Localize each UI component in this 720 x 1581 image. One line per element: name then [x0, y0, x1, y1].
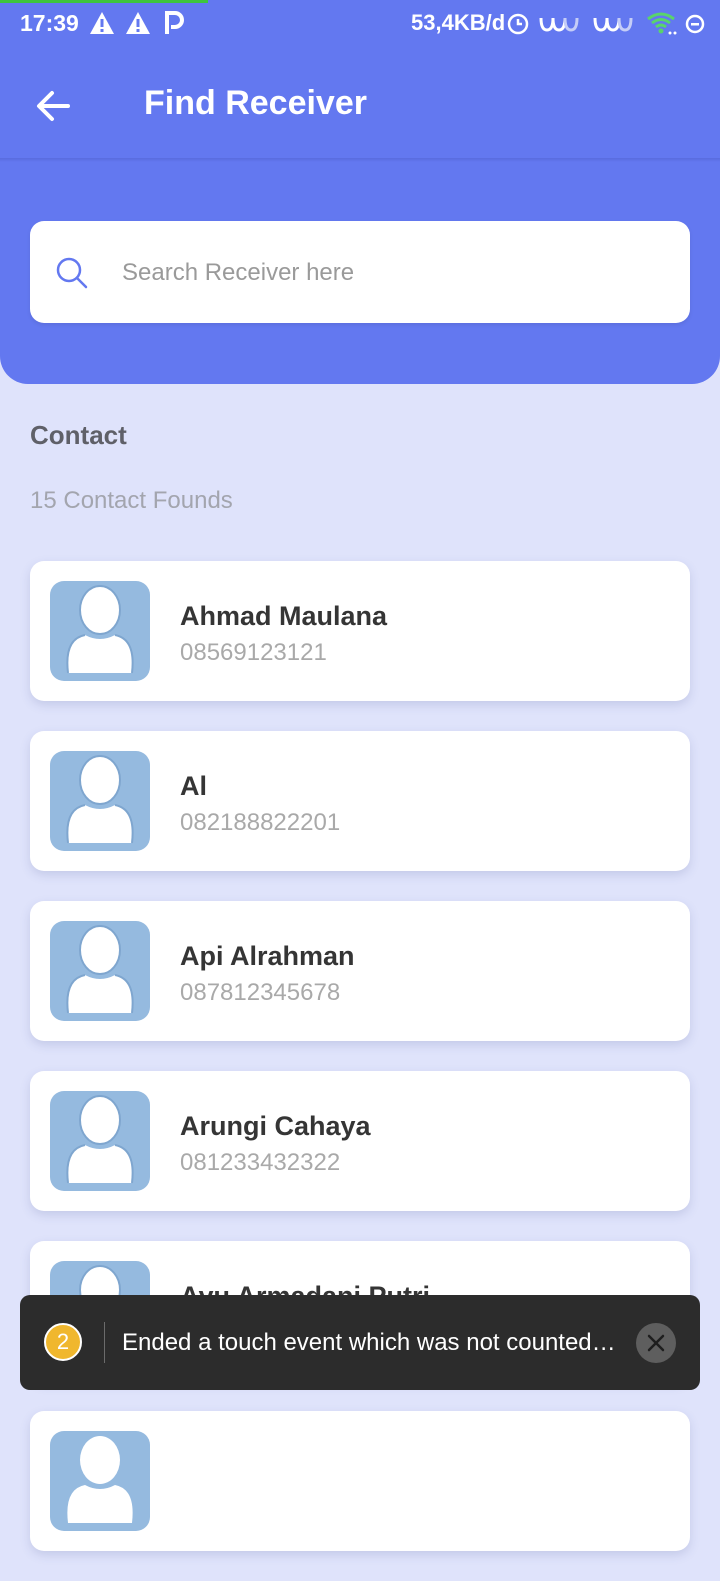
status-progress-line — [0, 0, 208, 3]
person-icon — [66, 925, 134, 1014]
status-time: 17:39 — [20, 10, 79, 36]
signal-wave-icon — [539, 17, 579, 32]
search-icon — [56, 257, 88, 289]
toast-close-button[interactable] — [636, 1323, 676, 1363]
warning-icon — [126, 12, 150, 34]
contact-card[interactable]: Api Alrahman 087812345678 — [30, 901, 690, 1041]
person-icon — [66, 1095, 134, 1184]
contact-section-title: Contact — [30, 420, 127, 450]
search-input[interactable] — [120, 249, 664, 297]
contact-list: Ahmad Maulana 08569123121 Al 08218882220… — [30, 561, 690, 1581]
avatar — [50, 1091, 150, 1191]
contact-name: Al — [180, 771, 207, 801]
toast-message: Ended a touch event which was not counte… — [122, 1329, 616, 1356]
close-icon — [647, 1334, 665, 1352]
contact-phone: 08569123121 — [180, 639, 327, 666]
contact-name: Arungi Cahaya — [180, 1111, 371, 1141]
contact-card[interactable]: Ahmad Maulana 08569123121 — [30, 561, 690, 701]
avatar — [50, 1431, 150, 1531]
person-icon — [66, 585, 134, 674]
toast-notification: 2 Ended a touch event which was not coun… — [20, 1295, 700, 1390]
network-speed: 53,4KB/d — [411, 10, 506, 35]
arrow-left-icon — [37, 91, 70, 121]
dnd-icon — [685, 14, 705, 34]
toast-divider — [104, 1322, 105, 1363]
person-icon — [67, 1436, 133, 1523]
contact-name: Ahmad Maulana — [180, 601, 388, 631]
header-background — [0, 0, 720, 384]
contact-card[interactable]: Al 082188822201 — [30, 731, 690, 871]
contact-phone: 081233432322 — [180, 1149, 341, 1176]
contact-name: Api Alrahman — [180, 941, 355, 971]
avatar — [50, 921, 150, 1021]
warning-icon — [90, 12, 114, 34]
wifi-icon — [647, 12, 677, 35]
alarm-icon — [507, 13, 529, 35]
signal-wave-icon — [593, 17, 633, 32]
contact-count: 15 Contact Founds — [30, 487, 233, 514]
search-box[interactable] — [30, 221, 690, 323]
contact-phone: 082188822201 — [180, 809, 341, 836]
toast-count-badge: 2 — [44, 1323, 82, 1361]
page-title: Find Receiver — [144, 84, 367, 122]
contact-card[interactable] — [30, 1411, 690, 1551]
app-bar-shadow — [0, 158, 720, 162]
parking-icon — [165, 11, 184, 34]
back-button[interactable] — [30, 82, 78, 130]
avatar — [50, 581, 150, 681]
avatar — [50, 751, 150, 851]
contact-card[interactable]: Arungi Cahaya 081233432322 — [30, 1071, 690, 1211]
person-icon — [66, 755, 134, 844]
contact-phone: 087812345678 — [180, 979, 341, 1006]
